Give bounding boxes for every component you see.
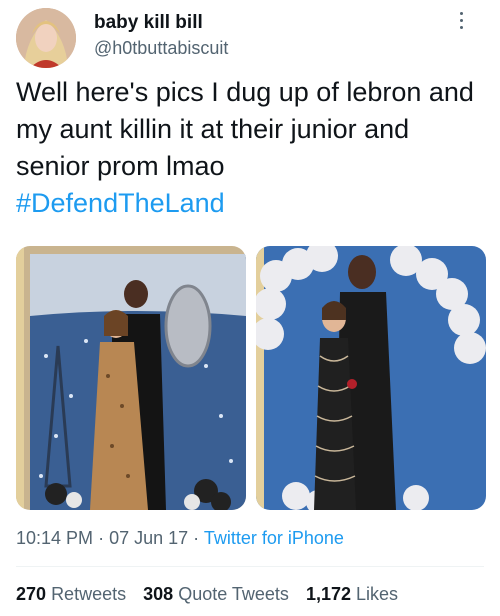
tweet-stats: 270 Retweets 308 Quote Tweets 1,172 Like…: [16, 584, 410, 605]
tweet-date[interactable]: 07 Jun 17: [109, 528, 188, 548]
likes-label: Likes: [356, 584, 399, 604]
retweets-count: 270: [16, 584, 47, 604]
tweet-text: Well here's pics I dug up of lebron and …: [16, 74, 488, 222]
tweet-time[interactable]: 10:14 PM: [16, 528, 93, 548]
hashtag-link[interactable]: #DefendTheLand: [16, 185, 488, 222]
tweet-metadata: 10:14 PM · 07 Jun 17 · Twitter for iPhon…: [16, 528, 344, 549]
avatar[interactable]: [16, 8, 76, 68]
display-name[interactable]: baby kill bill: [94, 12, 203, 34]
likes-stat[interactable]: 1,172 Likes: [306, 584, 398, 604]
quote-tweets-label: Quote Tweets: [178, 584, 289, 604]
quote-tweets-stat[interactable]: 308 Quote Tweets: [143, 584, 289, 604]
user-handle[interactable]: @h0tbuttabiscuit: [94, 38, 228, 59]
retweets-label: Retweets: [51, 584, 127, 604]
quote-tweets-count: 308: [143, 584, 174, 604]
prom-photo-left[interactable]: [16, 246, 246, 510]
tweet-body: Well here's pics I dug up of lebron and …: [16, 77, 474, 181]
divider: [16, 566, 484, 567]
more-options-icon[interactable]: [455, 8, 467, 34]
meta-separator: ·: [98, 528, 105, 548]
tweet-media: [16, 246, 486, 510]
meta-separator: ·: [193, 528, 200, 548]
tweet-source[interactable]: Twitter for iPhone: [204, 528, 344, 548]
retweets-stat[interactable]: 270 Retweets: [16, 584, 126, 604]
tweet-header: baby kill bill @h0tbuttabiscuit: [0, 0, 500, 70]
prom-photo-right[interactable]: [256, 246, 486, 510]
likes-count: 1,172: [305, 584, 351, 604]
